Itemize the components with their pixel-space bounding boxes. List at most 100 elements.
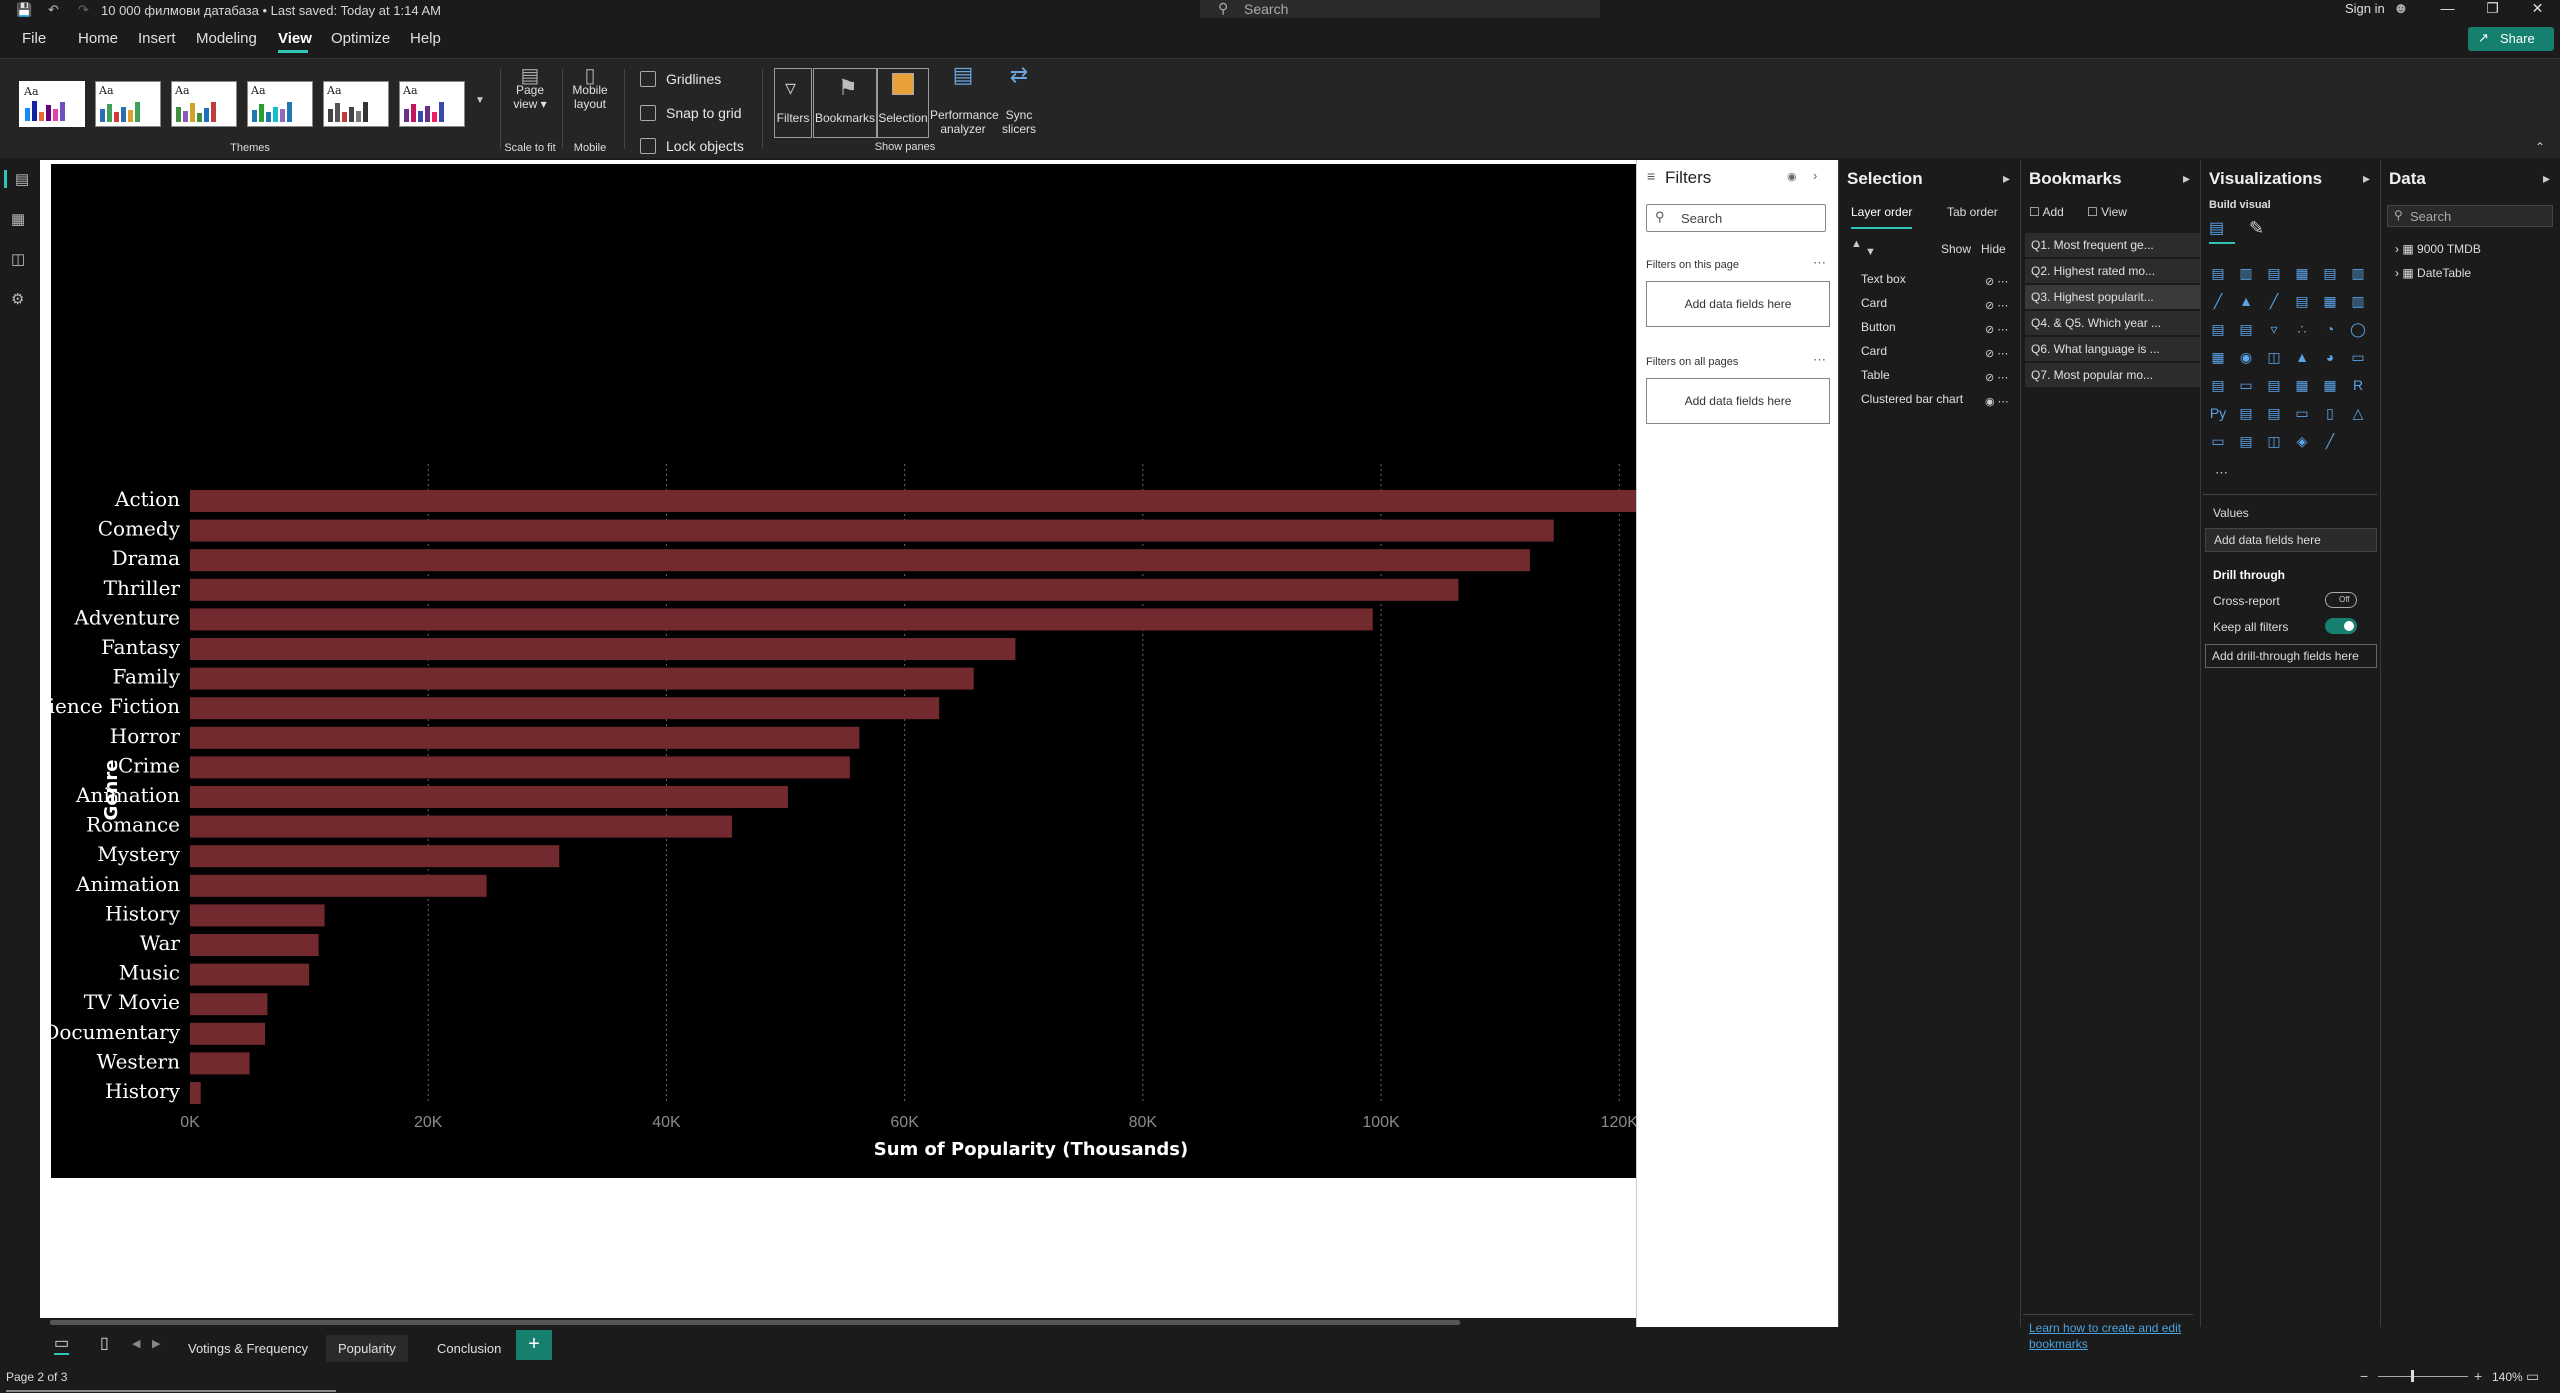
bar[interactable] (190, 993, 268, 1016)
stacked-area-visual-icon[interactable]: ╱ (2265, 292, 2283, 310)
map-visual-icon[interactable]: ▦ (2209, 348, 2227, 366)
theme-swatch-6[interactable]: Aa (399, 81, 465, 127)
document-title[interactable]: 10 000 филмови датабаза • Last saved: To… (101, 3, 441, 18)
account-icon[interactable]: ☻ (2393, 0, 2409, 17)
menu-modeling[interactable]: Modeling (196, 30, 257, 47)
view-bookmark-button[interactable]: ☐ View (2087, 205, 2127, 219)
close-icon[interactable]: ✕ (2515, 0, 2560, 20)
data-search-box[interactable]: ⚲ Search (2387, 205, 2553, 227)
paginated-visual-icon[interactable]: △ (2349, 404, 2367, 422)
bar[interactable] (190, 756, 850, 779)
page-view-button[interactable]: ▤ Page view ▾ (506, 66, 554, 111)
bar[interactable] (190, 1052, 250, 1075)
hidden-eye-icons[interactable]: ⊘ ⋯ ⊘ ⋯ ⊘ ⋯ ⊘ ⋯ ⊘ ⋯ ◉ ⋯ (1985, 270, 2009, 414)
clustered-bar-visual-icon[interactable]: ▤ (2265, 264, 2283, 282)
bookmarks-help-link[interactable]: Learn how to create and edit bookmarks (2029, 1320, 2189, 1352)
qa-visual-icon[interactable]: ▭ (2293, 404, 2311, 422)
report-view-icon[interactable]: ▤ (4, 170, 30, 188)
filled-map-visual-icon[interactable]: ◉ (2237, 348, 2255, 366)
line-visual-icon[interactable]: ╱ (2209, 292, 2227, 310)
shape-map-visual-icon[interactable]: ◫ (2265, 348, 2283, 366)
performance-analyzer-button[interactable]: ▤ Performance analyzer (930, 64, 999, 137)
more-visuals-icon[interactable]: ⋯ (2215, 465, 2228, 481)
bar[interactable] (190, 845, 560, 868)
bar[interactable] (190, 667, 974, 690)
smart-narrative-visual-icon[interactable]: ▯ (2321, 404, 2339, 422)
key-influencers-visual-icon[interactable]: ▤ (2237, 404, 2255, 422)
report-page[interactable]: Action Comedy Drama Thriller Adventure Fantas… (24, 164, 1638, 1178)
layer-item[interactable]: Clustered bar chart (1861, 392, 1963, 406)
scroll-thumb[interactable] (50, 1320, 1460, 1325)
line-column-visual-icon[interactable]: ▤ (2293, 292, 2311, 310)
bar[interactable] (190, 963, 310, 986)
bookmark-item[interactable]: Q6. What language is ... (2025, 337, 2203, 361)
add-values-field[interactable]: Add data fields here (2205, 528, 2377, 552)
eye-icon[interactable]: ◉ (1787, 170, 1797, 183)
desktop-view-icon[interactable]: ▭ (54, 1333, 70, 1355)
share-button[interactable]: ↗ Share (2468, 27, 2554, 51)
diamond-visual-icon[interactable]: ◈ (2293, 432, 2311, 450)
clustered-bar-chart[interactable]: Action Comedy Drama Thriller Adventure Fantas… (24, 164, 1638, 1178)
menu-insert[interactable]: Insert (138, 30, 176, 47)
add-drill-through-field[interactable]: Add drill-through fields here (2205, 644, 2377, 668)
build-visual-tab-icon[interactable]: ▤ (2209, 218, 2235, 244)
bar[interactable] (190, 874, 487, 897)
cross-report-toggle[interactable]: Off (2325, 592, 2357, 608)
tab-popularity[interactable]: Popularity (326, 1335, 408, 1365)
bar[interactable] (190, 608, 1373, 631)
zoom-in-icon[interactable]: + (2474, 1368, 2482, 1384)
gauge-visual-icon[interactable]: ◕ (2321, 348, 2339, 366)
tab-conclusion[interactable]: Conclusion (425, 1335, 513, 1362)
bookmark-item[interactable]: Q2. Highest rated mo... (2025, 259, 2203, 283)
power-automate-visual-icon[interactable]: ▤ (2237, 432, 2255, 450)
model-view-icon[interactable]: ◫ (11, 250, 29, 268)
metrics-visual-icon[interactable]: ◫ (2265, 432, 2283, 450)
collapse-data-icon[interactable]: ▸ (2543, 170, 2550, 187)
format-visual-tab-icon[interactable]: ✎ (2249, 218, 2264, 239)
layer-item[interactable]: Text box (1861, 272, 1906, 286)
snap-to-grid-checkbox[interactable]: Snap to grid (640, 105, 742, 121)
slicer-visual-icon[interactable]: ▤ (2265, 376, 2283, 394)
bookmarks-pane-toggle[interactable]: ⚑ Bookmarks (813, 68, 877, 138)
prev-page-icon[interactable]: ◀ (132, 1337, 140, 1350)
100-bar-visual-icon[interactable]: ▤ (2321, 264, 2339, 282)
bar[interactable] (190, 697, 940, 720)
lock-objects-checkbox[interactable]: Lock objects (640, 138, 744, 154)
ribbon-visual-icon[interactable]: ▥ (2349, 292, 2367, 310)
dax-query-icon[interactable]: ⚙ (11, 290, 29, 308)
add-all-pages-filter-fields[interactable]: Add data fields here (1646, 378, 1830, 424)
bar[interactable] (190, 1022, 266, 1045)
more-options-icon[interactable]: ⋯ (1813, 255, 1826, 271)
kpi-visual-icon[interactable]: ▭ (2237, 376, 2255, 394)
menu-help[interactable]: Help (410, 30, 441, 47)
table-view-icon[interactable]: ▦ (11, 210, 29, 228)
bar[interactable] (190, 549, 1530, 572)
gridlines-checkbox[interactable]: Gridlines (640, 71, 721, 87)
filters-pane-toggle[interactable]: ▿ Filters (774, 68, 812, 138)
add-bookmark-button[interactable]: ☐ Add (2029, 205, 2064, 219)
scatter-visual-icon[interactable]: ▿ (2265, 320, 2283, 338)
bar[interactable] (190, 638, 1016, 660)
collapse-visualizations-icon[interactable]: ▸ (2363, 170, 2370, 187)
zoom-out-icon[interactable]: − (2360, 1368, 2368, 1384)
bookmark-item[interactable]: Q1. Most frequent ge... (2025, 233, 2203, 257)
card-visual-icon[interactable]: ▭ (2349, 348, 2367, 366)
clustered-column-visual-icon[interactable]: ▦ (2293, 264, 2311, 282)
sign-in-link[interactable]: Sign in (2345, 1, 2385, 16)
collapse-filters-icon[interactable]: › (1813, 168, 1817, 183)
tab-layer-order[interactable]: Layer order (1851, 205, 1913, 229)
decomposition-tree-visual-icon[interactable]: ▤ (2265, 404, 2283, 422)
next-page-icon[interactable]: ▶ (152, 1337, 160, 1350)
menu-view[interactable]: View (278, 30, 312, 47)
mobile-layout-button[interactable]: ▯ Mobile layout (564, 66, 616, 111)
bar[interactable] (190, 934, 319, 956)
bar[interactable] (190, 1082, 201, 1104)
more-options-icon[interactable]: ⋯ (1813, 352, 1826, 368)
bookmark-item[interactable]: Q7. Most popular mo... (2025, 363, 2203, 387)
treemap-visual-icon[interactable]: ◯ (2349, 320, 2367, 338)
zoom-slider[interactable] (2378, 1376, 2468, 1377)
minimize-icon[interactable]: — (2425, 0, 2470, 20)
theme-swatch-1[interactable]: Aa (19, 81, 85, 127)
layer-item[interactable]: Card (1861, 296, 1887, 310)
data-table-item[interactable]: › ▦ 9000 TMDB (2395, 242, 2481, 256)
